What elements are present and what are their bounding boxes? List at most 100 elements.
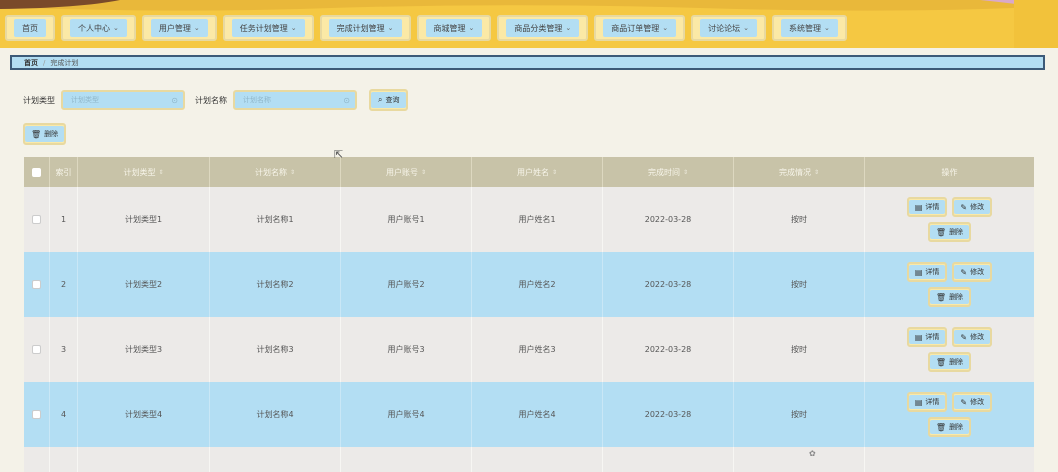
plan-table: 索引 计划类型 ⇕ 计划名称 ⇕ 用户账号 ⇕ 用户姓名 ⇕ 完成时间 ⇕ 完成情况 ⇕ 操… (24, 157, 1034, 472)
mouse-cursor-icon: ⇱ (334, 148, 344, 161)
nav-item-2[interactable]: 用户管理 ⌄ (141, 15, 217, 41)
edit-button[interactable]: ✎ 修改 (952, 327, 993, 347)
delete-button-label: 删除 (949, 293, 964, 301)
cell-plan-type: 计划类型2 (78, 252, 210, 317)
plan-type-field: ⊙ (61, 90, 185, 110)
nav-item-label: 讨论论坛 (708, 23, 741, 33)
decorative-corner-image (1014, 0, 1058, 48)
nav-item-label: 完成计划管理 (336, 23, 385, 33)
trash-icon: 🗑 (935, 422, 947, 432)
nav-item-8[interactable]: 讨论论坛 ⌄ (691, 15, 766, 41)
plan-name-input[interactable] (235, 92, 355, 108)
query-button[interactable]: ⌕ 查询 (369, 89, 409, 111)
breadcrumb-home[interactable]: 首页 (24, 58, 38, 68)
nav-item-1[interactable]: 个人中心 ⌄ (61, 15, 136, 41)
cell-time: 2022-03-28 (603, 252, 734, 317)
table-row: 2 计划类型2 计划名称2 用户账号2 用户姓名2 2022-03-28 按时 ▤ 详情 ✎ 修改 🗑… (24, 252, 1034, 317)
clear-icon[interactable]: ⊙ (171, 96, 178, 105)
chevron-down-icon: ⌄ (824, 24, 830, 32)
header-time[interactable]: 完成时间 ⇕ (603, 157, 734, 187)
sort-icon[interactable]: ⇕ (814, 169, 819, 176)
nav-item-4[interactable]: 完成计划管理 ⌄ (319, 15, 411, 41)
edit-icon: ✎ (960, 267, 968, 277)
nav-item-0[interactable]: 首页 (5, 15, 55, 41)
nav-item-label: 系统管理 (789, 23, 821, 33)
nav-item-label: 商城管理 (433, 23, 466, 33)
row-checkbox[interactable] (32, 345, 41, 354)
detail-button[interactable]: ▤ 详情 (906, 327, 948, 347)
header-plan-name[interactable]: 计划名称 ⇕ (210, 157, 341, 187)
sort-icon[interactable]: ⇕ (421, 169, 426, 176)
edit-icon: ✎ (960, 332, 968, 342)
nav-item-label: 商品订单管理 (611, 23, 660, 33)
nav-item-6[interactable]: 商品分类管理 ⌄ (497, 15, 589, 41)
nav-item-label: 商品分类管理 (514, 23, 563, 33)
detail-button[interactable]: ▤ 详情 (906, 392, 948, 412)
cell-plan-name: 计划名称1 (210, 187, 341, 252)
header-actions: 操作 (941, 167, 958, 177)
detail-icon: ▤ (914, 332, 923, 342)
detail-button-label: 详情 (925, 398, 940, 406)
sort-icon[interactable]: ⇕ (158, 169, 163, 176)
sort-icon[interactable]: ⇕ (290, 169, 295, 176)
header-username[interactable]: 用户姓名 ⇕ (472, 157, 603, 187)
delete-button[interactable]: 🗑 删除 (927, 417, 972, 437)
edit-button-label: 修改 (970, 398, 985, 406)
cell-actions: ▤ 详情 ✎ 修改 🗑 删除 (865, 382, 1034, 447)
cell-account: 用户账号3 (341, 317, 472, 382)
cell-actions: ▤ 详情 ✎ 修改 🗑 删除 (865, 252, 1034, 317)
trash-icon: 🗑 (31, 129, 42, 139)
detail-button[interactable]: ▤ 详情 (906, 197, 948, 217)
edit-icon: ✎ (960, 397, 968, 407)
nav-item-5[interactable]: 商城管理 ⌄ (416, 15, 492, 41)
header-plan-type[interactable]: 计划类型 ⇕ (78, 157, 210, 187)
cell-username: 用户姓名1 (472, 187, 603, 252)
cell-index: 3 (50, 317, 78, 382)
delete-button-label: 删除 (949, 228, 964, 236)
sort-icon[interactable]: ⇕ (683, 169, 688, 176)
edit-button[interactable]: ✎ 修改 (952, 197, 993, 217)
bulk-delete-button[interactable]: 🗑 删除 (23, 123, 67, 145)
edit-button-label: 修改 (970, 333, 985, 341)
edit-button[interactable]: ✎ 修改 (952, 392, 993, 412)
detail-icon: ▤ (914, 202, 923, 212)
nav-item-inner: 讨论论坛 ⌄ (700, 19, 757, 37)
sort-icon[interactable]: ⇕ (552, 169, 557, 176)
select-all-checkbox[interactable] (32, 167, 41, 177)
plan-type-label: 计划类型 (23, 95, 55, 105)
detail-button[interactable]: ▤ 详情 (906, 262, 948, 282)
row-checkbox[interactable] (32, 215, 41, 224)
table-row: 1 计划类型1 计划名称1 用户账号1 用户姓名1 2022-03-28 按时 ▤ 详情 ✎ 修改 🗑… (24, 187, 1034, 252)
delete-button[interactable]: 🗑 删除 (927, 222, 972, 242)
chevron-down-icon: ⌄ (743, 24, 749, 32)
nav-item-7[interactable]: 商品订单管理 ⌄ (594, 15, 686, 41)
nav-item-inner: 商品分类管理 ⌄ (506, 19, 580, 37)
row-checkbox[interactable] (32, 410, 41, 419)
nav-item-inner: 用户管理 ⌄ (150, 19, 208, 37)
edit-icon: ✎ (960, 202, 968, 212)
cell-account: 用户账号2 (341, 252, 472, 317)
nav-item-9[interactable]: 系统管理 ⌄ (772, 15, 847, 41)
cell-account: 用户账号1 (341, 187, 472, 252)
decorative-wave (0, 0, 1058, 11)
query-button-label: 查询 (385, 96, 400, 104)
header-account[interactable]: 用户账号 ⇕ (341, 157, 472, 187)
delete-button[interactable]: 🗑 删除 (927, 352, 972, 372)
detail-icon: ▤ (914, 267, 923, 277)
header-status[interactable]: 完成情况 ⇕ (734, 157, 865, 187)
delete-button-label: 删除 (949, 423, 964, 431)
delete-button[interactable]: 🗑 删除 (927, 287, 972, 307)
clear-icon[interactable]: ⊙ (343, 96, 350, 105)
row-checkbox[interactable] (32, 280, 41, 289)
cell-plan-name: 计划名称3 (210, 317, 341, 382)
cell-index: 1 (50, 187, 78, 252)
plan-name-field: ⊙ (233, 90, 357, 110)
cell-index: 4 (50, 382, 78, 447)
nav-item-3[interactable]: 任务计划管理 ⌄ (222, 15, 314, 41)
chevron-down-icon: ⌄ (387, 24, 394, 32)
plan-type-input[interactable] (63, 92, 183, 108)
cell-time: 2022-03-28 (603, 187, 734, 252)
edit-button[interactable]: ✎ 修改 (952, 262, 993, 282)
search-bar: 计划类型 ⊙ 计划名称 ⊙ ⌕ 查询 (23, 89, 409, 111)
table-row-partial (24, 447, 1034, 472)
